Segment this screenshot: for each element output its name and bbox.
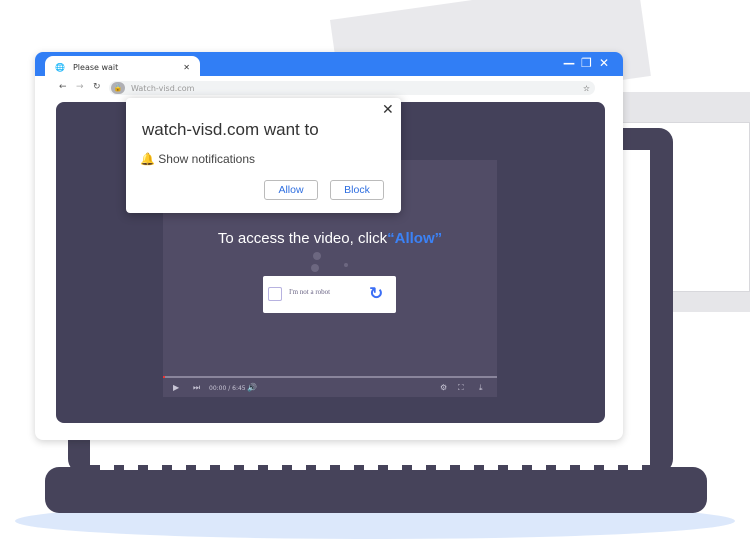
- keyboard-notch: [244, 462, 258, 470]
- forward-icon[interactable]: →: [76, 82, 84, 92]
- popup-close-icon[interactable]: ✕: [382, 102, 394, 118]
- keyboard-notch: [484, 462, 498, 470]
- close-window-button[interactable]: ✕: [599, 56, 609, 70]
- tab-title: Please wait: [72, 62, 119, 72]
- keyboard-notch: [148, 462, 162, 470]
- bell-icon: 🔔: [140, 152, 155, 166]
- keyboard-notch: [388, 462, 402, 470]
- keyboard-notch: [364, 462, 378, 470]
- headline: To access the video, click“Allow”: [217, 230, 443, 247]
- keyboard-notch: [172, 462, 186, 470]
- loading-dot: [313, 252, 321, 260]
- fullscreen-icon[interactable]: ⛶: [458, 383, 464, 393]
- keyboard-notch: [292, 462, 306, 470]
- restore-button[interactable]: ❐: [581, 56, 592, 70]
- settings-icon[interactable]: ⚙: [440, 383, 447, 392]
- permission-request: 🔔 Show notifications: [140, 152, 255, 166]
- keyboard-notch: [628, 462, 642, 470]
- download-icon[interactable]: ⤓: [479, 383, 483, 393]
- loading-dot: [344, 263, 348, 267]
- title-bar: 🌐 Please wait ✕ — ❐ ✕: [35, 52, 623, 78]
- minimize-button[interactable]: —: [563, 56, 575, 70]
- block-button[interactable]: Block: [330, 180, 384, 200]
- play-icon[interactable]: ▶: [173, 383, 179, 392]
- keyboard-notch: [196, 462, 210, 470]
- permission-text: Show notifications: [158, 152, 256, 166]
- lock-icon: 🔒: [111, 82, 125, 94]
- reload-icon[interactable]: ↻: [93, 82, 101, 92]
- keyboard-notch: [580, 462, 594, 470]
- globe-icon: 🌐: [55, 62, 65, 72]
- address-bar[interactable]: 🔒 Watch-visd.com ☆: [109, 81, 595, 95]
- keyboard-notch: [412, 462, 426, 470]
- back-icon[interactable]: ←: [59, 82, 67, 92]
- captcha-label: I'm not a robot: [289, 288, 331, 296]
- volume-icon[interactable]: 🔊: [247, 383, 257, 392]
- keyboard-notch: [268, 462, 282, 470]
- keyboard-notch: [124, 462, 138, 470]
- url-text: Watch-visd.com: [131, 83, 195, 93]
- allow-button[interactable]: Allow: [264, 180, 318, 200]
- video-time: 00:00 / 6:45: [209, 385, 246, 392]
- video-progress-bar[interactable]: [163, 376, 497, 378]
- video-controls: ▶ ⏭ 00:00 / 6:45 🔊 ⚙ ⛶ ⤓: [163, 380, 497, 397]
- keyboard-notch: [604, 462, 618, 470]
- tab-close-icon[interactable]: ✕: [183, 63, 190, 72]
- keyboard-notch: [340, 462, 354, 470]
- laptop-base: [45, 467, 707, 513]
- keyboard-notch: [460, 462, 474, 470]
- keyboard-notch: [220, 462, 234, 470]
- next-icon[interactable]: ⏭: [193, 383, 200, 393]
- star-icon[interactable]: ☆: [583, 84, 590, 93]
- keyboard-notch: [436, 462, 450, 470]
- keyboard-notch: [316, 462, 330, 470]
- keyboard-notch: [508, 462, 522, 470]
- keyboard-notch: [556, 462, 570, 470]
- notification-permission-popup: watch-visd.com want to ✕ 🔔 Show notifica…: [126, 98, 401, 213]
- browser-tab[interactable]: 🌐 Please wait ✕: [45, 56, 200, 78]
- captcha-checkbox[interactable]: [268, 287, 282, 301]
- popup-title: watch-visd.com want to: [142, 120, 319, 139]
- captcha-box: I'm not a robot ↻: [263, 276, 396, 313]
- keyboard-notch: [100, 462, 114, 470]
- navigation-bar: ← → ↻ 🔒 Watch-visd.com ☆: [35, 78, 623, 98]
- loading-dot: [311, 264, 319, 272]
- recaptcha-icon: ↻: [369, 284, 384, 304]
- keyboard-notch: [532, 462, 546, 470]
